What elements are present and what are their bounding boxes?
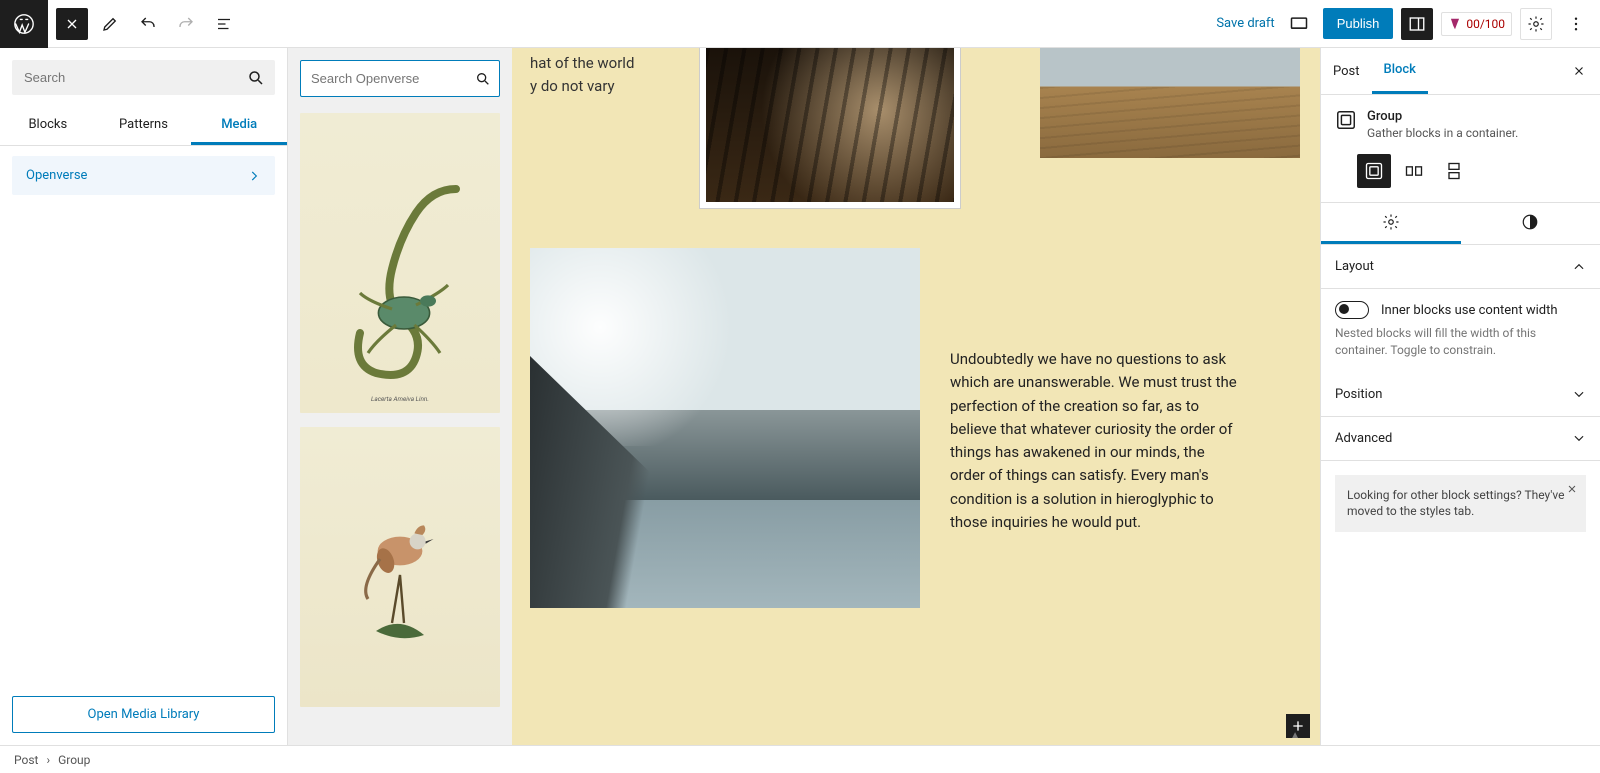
- editor-canvas-wrapper: hat of the world y do not vary Undoubted…: [512, 48, 1320, 745]
- inner-blocks-width-toggle[interactable]: [1335, 301, 1369, 319]
- redo-button[interactable]: [170, 8, 202, 40]
- media-category-openverse[interactable]: Openverse: [12, 156, 275, 195]
- publish-button[interactable]: Publish: [1323, 8, 1394, 39]
- openverse-result-bird[interactable]: [300, 427, 500, 707]
- group-block-icon: [1335, 109, 1357, 140]
- image-wheat-field[interactable]: [1040, 48, 1300, 158]
- paragraph-block[interactable]: Undoubtedly we have no questions to ask …: [950, 248, 1240, 608]
- panel-position[interactable]: Position: [1321, 373, 1600, 417]
- variation-stack[interactable]: [1437, 154, 1471, 188]
- subtab-styles[interactable]: [1461, 203, 1600, 244]
- openverse-search[interactable]: [300, 60, 500, 97]
- chevron-right-icon: ›: [46, 753, 50, 767]
- panel-advanced[interactable]: Advanced: [1321, 417, 1600, 461]
- search-icon: [247, 69, 265, 87]
- block-breadcrumb: Post › Group: [0, 745, 1600, 773]
- styles-tab-notice: Looking for other block settings? They'v…: [1335, 475, 1586, 533]
- openverse-search-input[interactable]: [301, 61, 499, 96]
- tab-post[interactable]: Post: [1321, 50, 1372, 93]
- open-media-library-button[interactable]: Open Media Library: [12, 696, 275, 733]
- save-draft-link[interactable]: Save draft: [1216, 16, 1274, 31]
- inserter-tabs: Blocks Patterns Media: [0, 107, 287, 146]
- settings-sidebar-toggle[interactable]: [1401, 8, 1433, 40]
- edit-icon[interactable]: [94, 8, 126, 40]
- chevron-right-icon: [247, 169, 261, 183]
- tab-blocks[interactable]: Blocks: [0, 107, 96, 145]
- media-category-label: Openverse: [26, 168, 87, 183]
- chevron-down-icon: [1572, 431, 1586, 445]
- inserter-search[interactable]: [12, 60, 275, 95]
- yoast-seo-badge[interactable]: 00/100: [1441, 12, 1512, 36]
- wordpress-logo[interactable]: [0, 0, 48, 48]
- subtab-settings[interactable]: [1321, 203, 1461, 244]
- options-menu-button[interactable]: [1560, 8, 1592, 40]
- variation-group[interactable]: [1357, 154, 1391, 188]
- breadcrumb-group[interactable]: Group: [58, 753, 90, 767]
- settings-sidebar: Post Block Group Gather blocks in a cont…: [1320, 48, 1600, 745]
- breadcrumb-post[interactable]: Post: [14, 753, 38, 767]
- toggle-hint: Nested blocks will fill the width of thi…: [1321, 325, 1600, 373]
- openverse-results-panel: Lacerta Ameiva Linn.: [288, 48, 512, 745]
- block-description: Gather blocks in a container.: [1367, 126, 1518, 140]
- tab-media[interactable]: Media: [191, 107, 287, 145]
- paragraph-fragment[interactable]: hat of the world y do not vary: [530, 48, 670, 107]
- search-icon: [475, 71, 491, 87]
- panel-layout[interactable]: Layout: [1321, 245, 1600, 289]
- close-notice-button[interactable]: [1566, 483, 1578, 495]
- top-toolbar: Save draft Publish 00/100: [0, 0, 1600, 48]
- group-variations: [1321, 146, 1600, 202]
- block-inserter-panel: Blocks Patterns Media Openverse Open Med…: [0, 48, 288, 745]
- tab-patterns[interactable]: Patterns: [96, 107, 192, 145]
- image-coastline[interactable]: [530, 248, 920, 608]
- openverse-result-lizard[interactable]: Lacerta Ameiva Linn.: [300, 113, 500, 413]
- toggle-label: Inner blocks use content width: [1381, 303, 1558, 318]
- variation-row[interactable]: [1397, 154, 1431, 188]
- undo-button[interactable]: [132, 8, 164, 40]
- yoast-settings-icon[interactable]: [1520, 8, 1552, 40]
- close-inserter-button[interactable]: [56, 8, 88, 40]
- image-forest[interactable]: [700, 48, 960, 208]
- scroll-up-indicator: ▲: [1290, 730, 1300, 741]
- editor-canvas[interactable]: hat of the world y do not vary Undoubted…: [512, 48, 1320, 745]
- yoast-score-text: 00/100: [1466, 17, 1505, 31]
- document-overview-button[interactable]: [208, 8, 240, 40]
- block-title: Group: [1367, 109, 1518, 124]
- preview-button[interactable]: [1283, 8, 1315, 40]
- tab-block[interactable]: Block: [1372, 48, 1428, 94]
- inserter-search-input[interactable]: [12, 60, 275, 95]
- close-sidebar-button[interactable]: [1558, 56, 1600, 86]
- chevron-down-icon: [1572, 387, 1586, 401]
- chevron-up-icon: [1572, 260, 1586, 274]
- svg-text:Lacerta Ameiva Linn.: Lacerta Ameiva Linn.: [371, 395, 429, 403]
